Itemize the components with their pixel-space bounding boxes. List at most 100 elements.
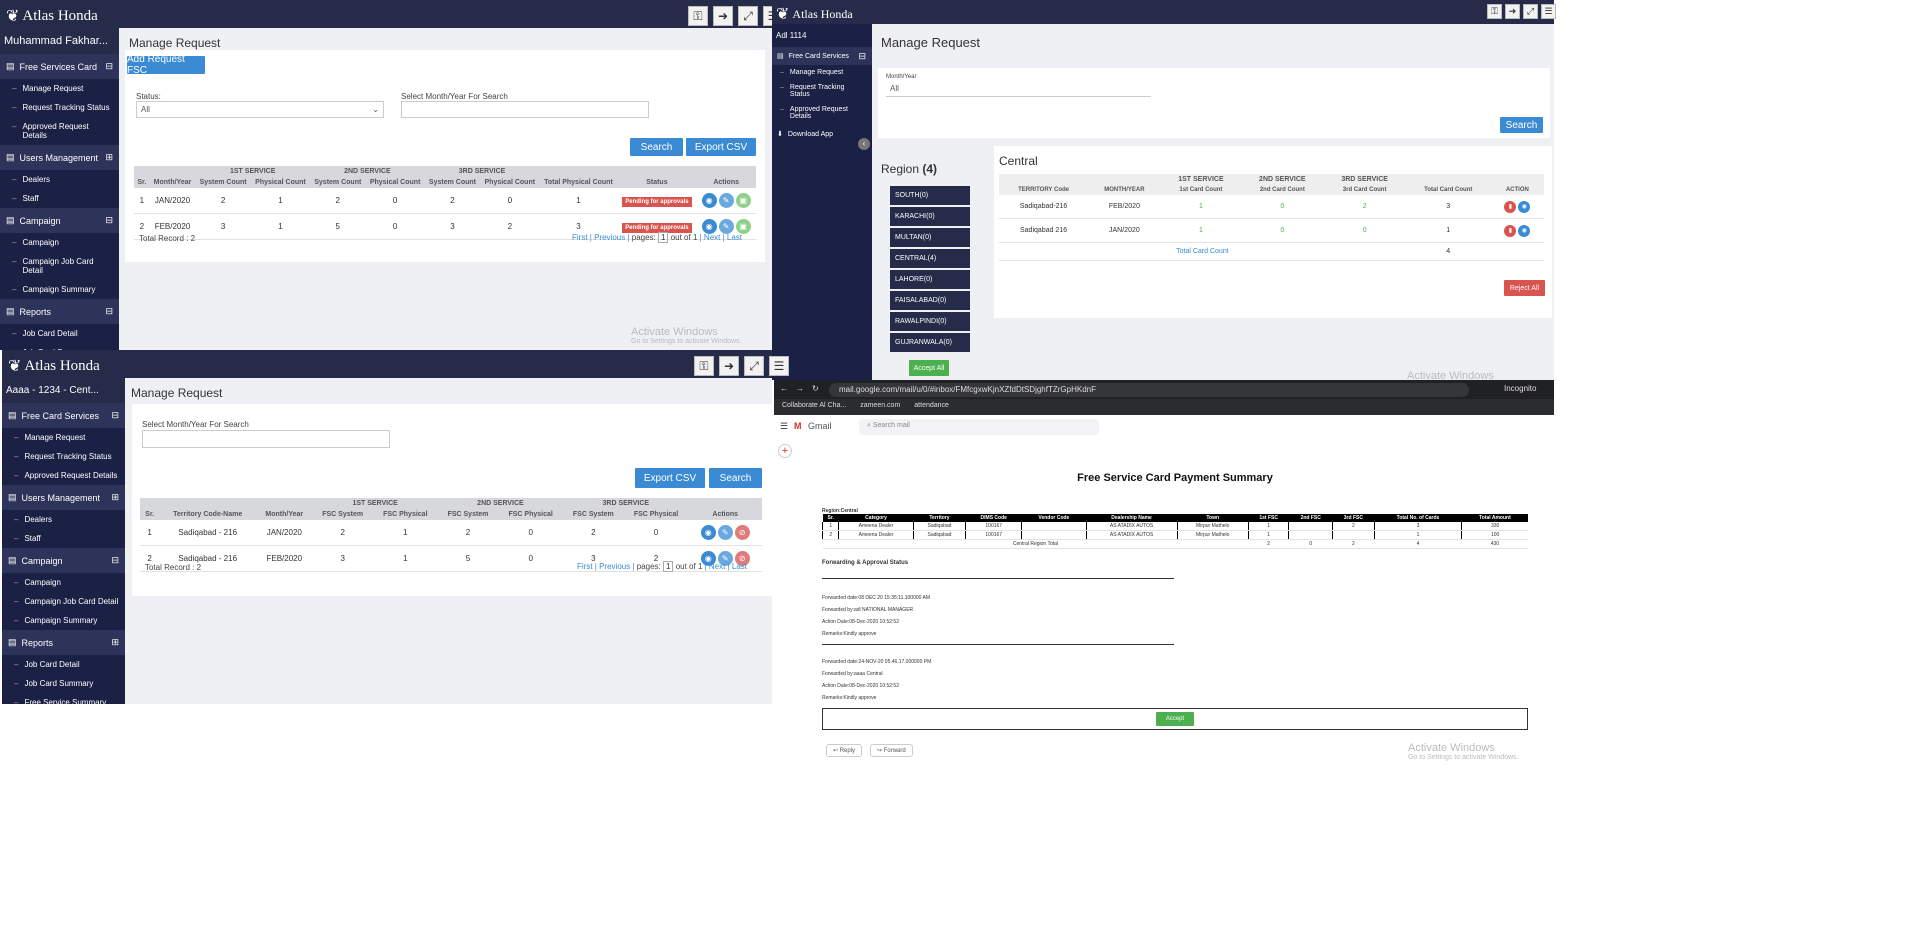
sidebar-item[interactable]: Job Card Detail — [0, 324, 119, 343]
region-item[interactable]: MULTAN(0) — [890, 228, 970, 247]
sidebar-item[interactable]: Dealers — [2, 510, 125, 529]
sidebar-item[interactable]: Request Tracking Status — [2, 447, 125, 466]
logout-icon[interactable]: ➜ — [719, 356, 739, 376]
region-item[interactable]: CENTRAL(4) — [890, 249, 970, 268]
pager-last[interactable]: Last — [727, 233, 742, 242]
sidebar-item[interactable]: Request Tracking Status — [0, 98, 119, 117]
export-csv-button[interactable]: Export CSV — [686, 138, 756, 156]
bookmark[interactable]: attendance — [914, 402, 949, 412]
view-icon[interactable]: ◉ — [1518, 224, 1531, 237]
sidebar-item[interactable]: Campaign Job Card Detail — [0, 252, 119, 280]
export-csv-button[interactable]: Export CSV — [635, 468, 705, 488]
accept-button[interactable]: Accept — [1156, 712, 1194, 726]
sidebar-item[interactable]: Staff — [2, 529, 125, 548]
back-icon[interactable]: ← — [780, 384, 788, 393]
view-icon[interactable]: ◉ — [1518, 200, 1531, 213]
status-select[interactable]: All ⌄ — [136, 101, 384, 118]
sidebar-section-3[interactable]: ▤ Reports ⊞ — [2, 630, 125, 655]
delete-icon[interactable]: ▮ — [1504, 224, 1517, 237]
sidebar-section-3[interactable]: ▤ Reports ⊟ — [0, 299, 119, 324]
pager-previous[interactable]: Previous — [599, 562, 630, 571]
reply-button[interactable]: ↩ Reply — [826, 744, 863, 757]
edit-icon[interactable]: ✎ — [718, 219, 734, 234]
sidebar-download-app[interactable]: ⬇ Download App — [772, 124, 872, 144]
sidebar-item[interactable]: Manage Request — [0, 79, 119, 98]
sidebar-section-0[interactable]: ▤ Free Card Services ⊟ — [2, 403, 125, 428]
sidebar-item[interactable]: Approved Request Details — [772, 102, 872, 124]
fullscreen-icon[interactable]: ⤢ — [1523, 4, 1538, 19]
page-select[interactable]: 1 — [658, 232, 669, 243]
edit-icon[interactable]: ✎ — [717, 525, 733, 540]
region-item[interactable]: LAHORE(0) — [890, 270, 970, 289]
sidebar-item[interactable]: Manage Request — [772, 65, 872, 80]
search-button[interactable]: Search — [709, 468, 762, 488]
region-item[interactable]: FAISALABAD(0) — [890, 291, 970, 310]
sidebar-item[interactable]: Staff — [0, 189, 119, 208]
address-bar[interactable]: mail.google.com/mail/u/0/#inbox/FMfcgxwK… — [829, 383, 1469, 397]
key-icon[interactable]: ⚿ — [1487, 4, 1502, 19]
incognito-badge[interactable]: Incognito — [1504, 384, 1536, 393]
reject-icon[interactable]: ⊘ — [734, 525, 750, 540]
month-select[interactable]: All — [886, 81, 1151, 97]
region-item[interactable]: KARACHI(0) — [890, 207, 970, 226]
pager-next[interactable]: Next — [709, 562, 725, 571]
key-icon[interactable]: ⚿ — [688, 6, 708, 26]
collapse-sidebar-icon[interactable]: ‹ — [858, 138, 870, 150]
sidebar-item[interactable]: Campaign Summary — [0, 280, 119, 299]
approve-icon[interactable]: ▣ — [735, 219, 751, 234]
menu-icon[interactable]: ☰ — [769, 356, 789, 376]
fullscreen-icon[interactable]: ⤢ — [744, 356, 764, 376]
pager-next[interactable]: Next — [704, 233, 720, 242]
compose-button[interactable]: + — [778, 444, 792, 458]
key-icon[interactable]: ⚿ — [694, 356, 714, 376]
region-item[interactable]: RAWALPINDI(0) — [890, 312, 970, 331]
fullscreen-icon[interactable]: ⤢ — [738, 6, 758, 26]
menu-icon[interactable]: ☰ — [1541, 4, 1556, 19]
hamburger-icon[interactable]: ☰ — [780, 421, 788, 432]
logout-icon[interactable]: ➜ — [1505, 4, 1520, 19]
sidebar-section-2[interactable]: ▤ Campaign ⊟ — [0, 208, 119, 233]
sidebar-item[interactable]: Request Tracking Status — [772, 80, 872, 102]
search-button[interactable]: Search — [1500, 117, 1543, 133]
add-request-button[interactable]: Add Request FSC — [127, 54, 205, 76]
sidebar-item[interactable]: Job Card Summary — [2, 674, 125, 693]
bookmark[interactable]: zameen.com — [860, 402, 900, 412]
pager-first[interactable]: First — [572, 233, 588, 242]
sidebar-item[interactable]: Campaign Job Card Detail — [2, 592, 125, 611]
sidebar-section-2[interactable]: ▤ Campaign ⊟ — [2, 548, 125, 573]
sidebar-item[interactable]: Job Card Summary — [0, 343, 119, 350]
forward-button[interactable]: ↪ Forward — [870, 744, 913, 757]
region-item[interactable]: SOUTH(0) — [890, 186, 970, 205]
sidebar-section-free-card[interactable]: ▤ Free Card Services ⊟ — [772, 47, 872, 65]
sidebar-item[interactable]: Dealers — [0, 170, 119, 189]
region-item[interactable]: GUJRANWALA(0) — [890, 333, 970, 352]
sidebar-item[interactable]: Campaign — [2, 573, 125, 592]
month-input[interactable] — [401, 101, 649, 118]
view-icon[interactable]: ◉ — [700, 525, 716, 540]
sidebar-item[interactable]: Approved Request Details — [2, 466, 125, 485]
view-icon[interactable]: ◉ — [701, 219, 717, 234]
gmail-search[interactable]: ⌕ Search mail — [859, 419, 1099, 435]
accept-all-button[interactable]: Accept All — [909, 360, 949, 376]
approve-icon[interactable]: ▣ — [735, 193, 751, 208]
sidebar-section-1[interactable]: ▤ Users Management ⊞ — [0, 145, 119, 170]
edit-icon[interactable]: ✎ — [718, 193, 734, 208]
sidebar-section-0[interactable]: ▤ Free Services Card ⊟ — [0, 54, 119, 79]
pager-previous[interactable]: Previous — [594, 233, 625, 242]
logout-icon[interactable]: ➜ — [713, 6, 733, 26]
forward-icon[interactable]: → — [796, 384, 804, 393]
sidebar-item[interactable]: Approved Request Details — [0, 117, 119, 145]
bookmark[interactable]: Collaborate Al Cha... — [782, 402, 846, 412]
month-input[interactable] — [142, 430, 390, 448]
sidebar-item[interactable]: Job Card Detail — [2, 655, 125, 674]
view-icon[interactable]: ◉ — [701, 193, 717, 208]
pager-last[interactable]: Last — [732, 562, 747, 571]
pager-first[interactable]: First — [577, 562, 593, 571]
reject-all-button[interactable]: Reject All — [1504, 280, 1545, 296]
sidebar-item[interactable]: Manage Request — [2, 428, 125, 447]
reload-icon[interactable]: ↻ — [812, 384, 819, 393]
sidebar-section-1[interactable]: ▤ Users Management ⊞ — [2, 485, 125, 510]
sidebar-item[interactable]: Campaign — [0, 233, 119, 252]
search-button[interactable]: Search — [630, 138, 683, 156]
sidebar-item[interactable]: Free Service Summary — [2, 693, 125, 704]
